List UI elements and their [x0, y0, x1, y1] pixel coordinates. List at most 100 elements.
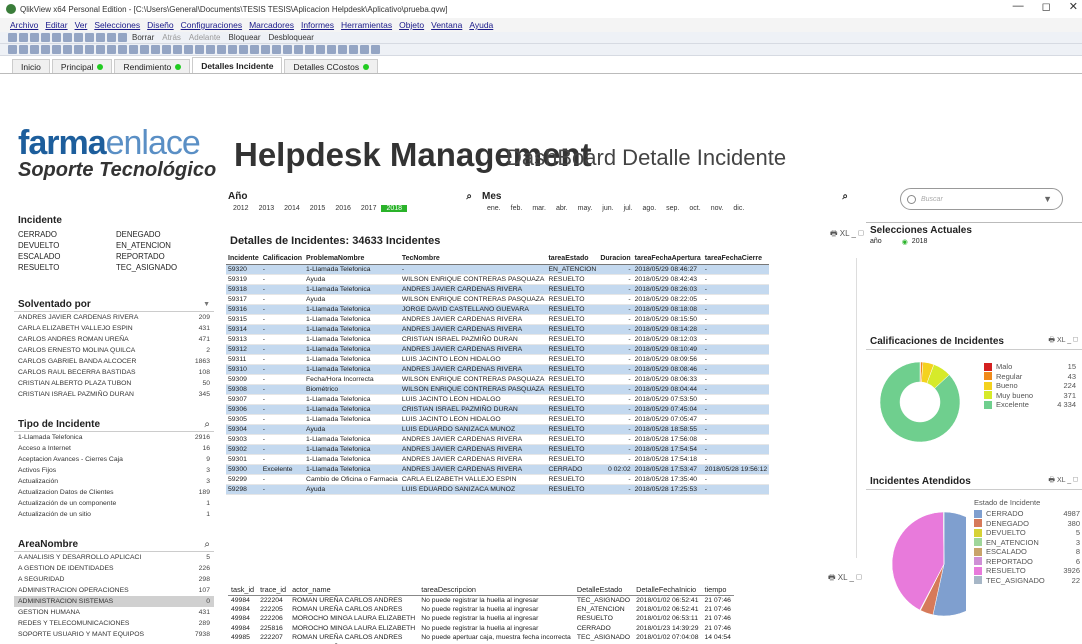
list-item[interactable]: SOPORTE USUARIO Y MANT EQUIPOS 7938 — [14, 629, 214, 640]
menu-item-objeto[interactable]: Objeto — [399, 20, 424, 30]
mes-value[interactable]: mar. — [527, 205, 551, 212]
design-tool-icon[interactable] — [151, 45, 160, 54]
table-row[interactable]: 59319- Ayuda WILSON ENRIQUE CONTRERAS PASQ… — [226, 274, 770, 285]
list-item[interactable]: Actualización de un sitio 1 — [14, 509, 214, 520]
list-item[interactable]: Activos Fijos 3 — [14, 465, 214, 476]
column-header[interactable]: Incidente — [226, 254, 261, 265]
list-item[interactable]: CARLOS ERNESTO MOLINA QUILCA 2 — [14, 345, 214, 356]
menu-item-herramientas[interactable]: Herramientas — [341, 20, 392, 30]
incidente-item[interactable]: RESUELTO — [18, 262, 116, 273]
anio-value[interactable]: 2015 — [305, 205, 331, 212]
design-tool-icon[interactable] — [52, 45, 61, 54]
table-row[interactable]: 59318-1-Llamada Telefonica ANDRES JAVIER … — [226, 284, 770, 295]
column-header[interactable]: Calificacion — [260, 254, 305, 265]
list-item[interactable]: ADMINISTRACION OPERACIONES 107 — [14, 585, 214, 596]
menu-item-editar[interactable]: Editar — [45, 20, 67, 30]
list-item[interactable]: CARLOS ANDRES ROMAN UREÑA 471 — [14, 334, 214, 345]
list-item[interactable]: CARLOS RAUL BECERRA BASTIDAS 108 — [14, 367, 214, 378]
design-tool-icon[interactable] — [8, 45, 17, 54]
tab-rendimiento[interactable]: Rendimiento — [114, 59, 191, 73]
table-row[interactable]: 59299- Cambio de Oficina o Farmacia CARLA … — [226, 474, 770, 485]
design-tool-icon[interactable] — [19, 45, 28, 54]
selection-value-marker[interactable]: ◉ — [902, 238, 908, 246]
search-icon[interactable]: ⌕ — [204, 419, 210, 430]
design-tool-icon[interactable] — [217, 45, 226, 54]
table-row[interactable]: 59313-1-Llamada Telefonica CRISTIAN ISRAE… — [226, 334, 770, 345]
table-row[interactable]: 59311-1-Llamada Telefonica LUIS JACINTO L… — [226, 354, 770, 365]
design-tool-icon[interactable] — [250, 45, 259, 54]
design-tool-icon[interactable] — [184, 45, 193, 54]
search-icon[interactable]: ⌕ — [842, 191, 848, 202]
design-tool-icon[interactable] — [63, 45, 72, 54]
table-row[interactable]: 49984 222204 ROMAN UREÑA CARLOS ANDRES No p… — [228, 595, 734, 605]
design-tool-icon[interactable] — [118, 45, 127, 54]
incidente-item[interactable]: EN_ATENCION — [116, 240, 214, 251]
star-icon[interactable] — [107, 33, 116, 42]
atras-button[interactable]: Atrás — [162, 33, 181, 42]
menu-item-ver[interactable]: Ver — [75, 20, 88, 30]
table-row[interactable]: 59307-1-Llamada Telefonica LUIS JACINTO L… — [226, 394, 770, 405]
table-row[interactable]: 49984 222206 MOROCHO MINGA LAURA ELIZABETH… — [228, 614, 734, 624]
design-tool-icon[interactable] — [85, 45, 94, 54]
undo-icon[interactable] — [63, 33, 72, 42]
table-row[interactable]: 59317- Ayuda WILSON ENRIQUE CONTRERAS PASQ… — [226, 294, 770, 305]
chevron-down-icon[interactable]: ▼ — [203, 301, 210, 308]
design-tool-icon[interactable] — [272, 45, 281, 54]
design-tool-icon[interactable] — [316, 45, 325, 54]
design-tool-icon[interactable] — [30, 45, 39, 54]
legend-item[interactable]: DEVUELTO 5 — [974, 528, 1080, 538]
column-header[interactable]: tareaEstado — [546, 254, 599, 265]
search-icon[interactable]: ⌕ — [466, 191, 472, 202]
legend-item[interactable]: REPORTADO 6 — [974, 557, 1080, 567]
list-item[interactable]: CARLOS GABRIEL BANDA ALCOCER 1863 — [14, 356, 214, 367]
design-tool-icon[interactable] — [327, 45, 336, 54]
new-icon[interactable] — [8, 33, 17, 42]
list-item[interactable]: Actualización de un componente 1 — [14, 498, 214, 509]
design-tool-icon[interactable] — [206, 45, 215, 54]
mes-value[interactable]: may. — [573, 205, 598, 212]
mes-value[interactable]: dic. — [728, 205, 749, 212]
design-tool-icon[interactable] — [294, 45, 303, 54]
mes-value[interactable]: jun. — [597, 205, 618, 212]
mes-value[interactable]: ago. — [638, 205, 662, 212]
list-item[interactable]: Actualización 3 — [14, 476, 214, 487]
list-item[interactable]: CRISTIAN ALBERTO PLAZA TUBON 50 — [14, 378, 214, 389]
table-row[interactable]: 59310-1-Llamada Telefonica ANDRES JAVIER … — [226, 364, 770, 375]
legend-item[interactable]: DENEGADO 380 — [974, 519, 1080, 529]
design-tool-icon[interactable] — [41, 45, 50, 54]
menu-item-archivo[interactable]: Archivo — [10, 20, 38, 30]
anio-value[interactable]: 2012 — [228, 205, 254, 212]
mes-value[interactable]: sep. — [661, 205, 684, 212]
mes-value[interactable]: abr. — [551, 205, 573, 212]
incidente-item[interactable]: ESCALADO — [18, 251, 116, 262]
design-tool-icon[interactable] — [338, 45, 347, 54]
list-item[interactable]: Acceso a Internet 16 — [14, 443, 214, 454]
redo-icon[interactable] — [74, 33, 83, 42]
legend-item[interactable]: Excelente 4 334 — [984, 400, 1076, 410]
table-row[interactable]: 49985 222207 ROMAN UREÑA CARLOS ANDRES No p… — [228, 633, 734, 643]
list-item[interactable]: Actualizacion Datos de Clientes 189 — [14, 487, 214, 498]
maximize-button[interactable]: ◻ — [1042, 0, 1051, 13]
save-icon[interactable] — [30, 33, 39, 42]
anio-value[interactable]: 2013 — [254, 205, 280, 212]
menu-item-marcadores[interactable]: Marcadores — [249, 20, 294, 30]
column-header[interactable]: TecNombre — [399, 254, 547, 265]
list-item[interactable]: ANDRES JAVIER CARDENAS RIVERA 209 — [14, 312, 214, 323]
column-header[interactable]: DetalleFechaInicio — [633, 585, 702, 596]
anio-value[interactable]: 2017 — [356, 205, 382, 212]
incidente-item[interactable]: DEVUELTO — [18, 240, 116, 251]
legend-item[interactable]: Muy bueno 371 — [984, 391, 1076, 401]
atendidos-pie[interactable] — [866, 494, 966, 644]
legend-item[interactable]: ESCALADO 8 — [974, 547, 1080, 557]
edit-icon[interactable] — [52, 33, 61, 42]
list-item[interactable]: CRISTIAN ISRAEL PAZMIÑO DURAN 345 — [14, 389, 214, 400]
table-row[interactable]: 59309- Fecha/Hora Incorrecta WILSON ENRIQU… — [226, 374, 770, 385]
atendidos-caption-icons[interactable]: 🖶 XL _ ◻ — [1048, 476, 1078, 487]
column-header[interactable]: ProblemaNombre — [304, 254, 400, 265]
column-header[interactable]: trace_id — [257, 585, 290, 596]
mes-value[interactable]: ene. — [482, 205, 506, 212]
table-row[interactable]: 59305-1-Llamada Telefonica LUIS JACINTO L… — [226, 414, 770, 425]
tab-detalles-ccostos[interactable]: Detalles CCostos — [284, 59, 379, 73]
list-item[interactable]: CARLA ELIZABETH VALLEJO ESPIN 431 — [14, 323, 214, 334]
column-header[interactable]: actor_name — [289, 585, 419, 596]
